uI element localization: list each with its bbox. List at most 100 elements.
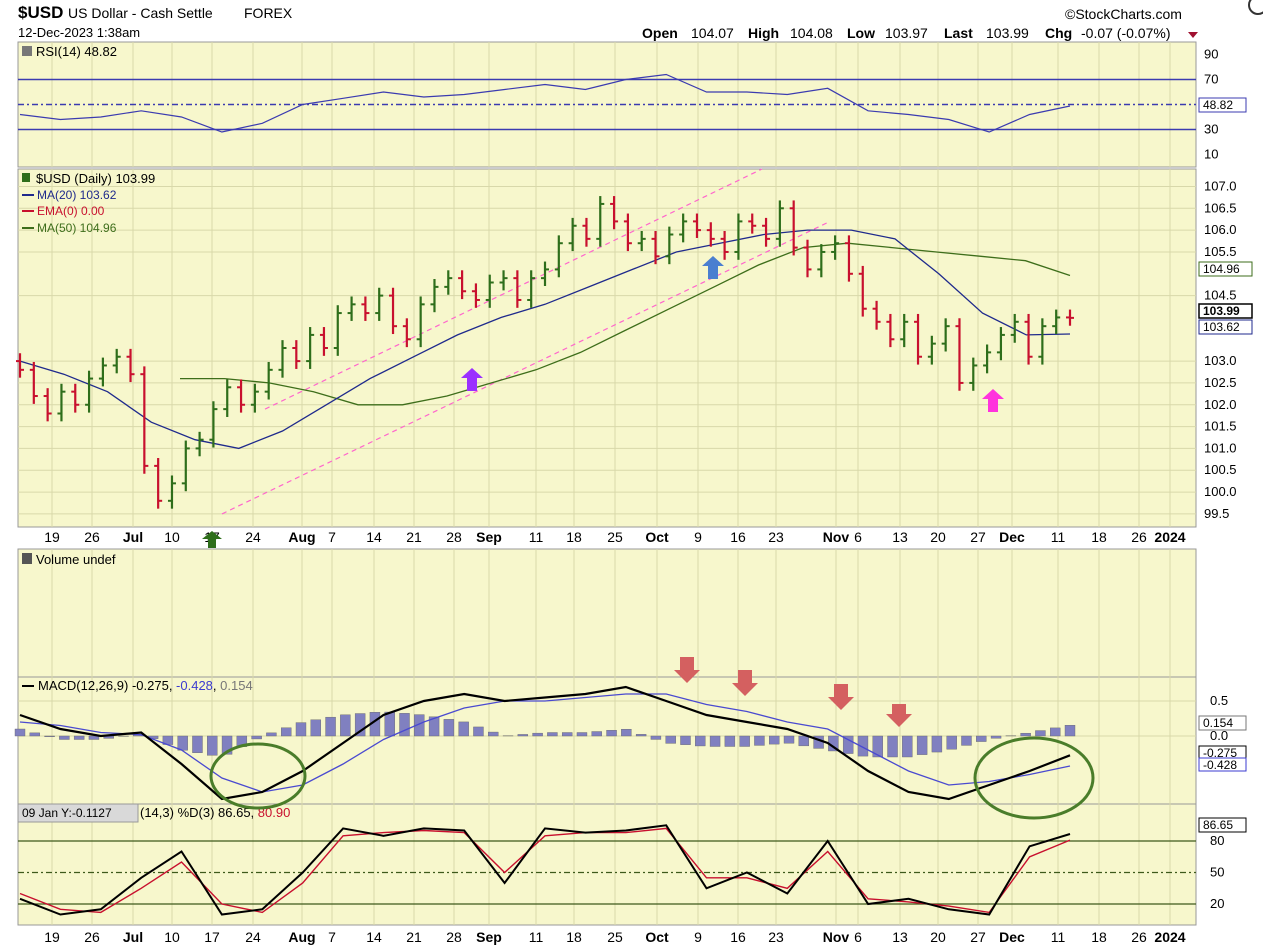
rsi-badge-text: 48.82: [1203, 98, 1233, 112]
macd-hist-bar: [798, 735, 810, 747]
price-y-tick: 100.0: [1204, 484, 1237, 499]
macd-hist-bar: [783, 735, 795, 744]
macd-hist-bar: [902, 735, 913, 758]
macd-hist-bar: [650, 735, 662, 740]
x-tick-label: Dec: [999, 929, 1025, 945]
price-y-tick: 102.5: [1204, 375, 1237, 390]
macd-hist-bar: [59, 735, 70, 740]
macd-hist-bar: [532, 732, 543, 737]
macd-hist-bar: [251, 735, 262, 740]
chg-value: -0.07 (-0.07%): [1081, 25, 1170, 41]
x-tick-label: 9: [694, 929, 702, 945]
ma20-badge-text: 103.62: [1203, 320, 1240, 334]
macd-hist-bar: [635, 734, 647, 737]
price-y-tick: 107.0: [1204, 178, 1237, 193]
x-tick-label: 16: [730, 529, 746, 545]
macd-hist-bar: [488, 731, 499, 737]
ma20-legend: MA(20) 103.62: [37, 188, 117, 202]
macd-hist-bar: [443, 719, 455, 737]
x-tick-label: 14: [366, 929, 382, 945]
macd-hist-bar: [44, 735, 55, 737]
x-tick-label: 10: [164, 929, 180, 945]
rsi-y-tick: 70: [1204, 72, 1218, 87]
x-tick-label: 20: [930, 929, 946, 945]
macd-hist-bar: [769, 735, 780, 745]
macd-hist-bar: [207, 735, 218, 756]
stoch-y-tick: 80: [1210, 833, 1224, 848]
x-tick-label: Aug: [288, 529, 315, 545]
x-tick-label: Sep: [476, 529, 502, 545]
low-value: 103.97: [885, 25, 928, 41]
x-tick-label: 23: [768, 929, 784, 945]
macd-hist-bar: [384, 711, 395, 737]
macd-hist-bar: [961, 735, 972, 746]
x-tick-label: 7: [328, 529, 336, 545]
x-tick-label: 13: [892, 929, 908, 945]
macd-hist-bar: [1050, 727, 1061, 737]
macd-hist-bar: [990, 735, 1002, 739]
low-label: Low: [847, 25, 875, 41]
macd-hist-bar: [946, 735, 957, 750]
macd-legend-v1: -0.275: [132, 678, 169, 693]
x-tick-label: 28: [446, 929, 462, 945]
x-tick-label: 26: [84, 529, 100, 545]
macd-hist-bar: [576, 732, 588, 737]
x-tick-label: 26: [84, 929, 100, 945]
macd-hist-bar: [295, 722, 307, 737]
macd-y-tick: 0.5: [1210, 693, 1228, 708]
x-tick-label: 26: [1131, 929, 1147, 945]
macd-legend-name: MACD(12,26,9): [38, 678, 128, 693]
price-legend: $USD (Daily) 103.99: [36, 171, 155, 186]
rsi-y-tick: 90: [1204, 47, 1218, 62]
x-tick-label: 17: [204, 929, 220, 945]
x-tick-label: 21: [406, 929, 422, 945]
price-y-tick: 99.5: [1204, 506, 1229, 521]
chart-header: $USD US Dollar - Cash Settle FOREX 12-De…: [18, 0, 1263, 41]
signal-badge-text: -0.428: [1203, 758, 1237, 772]
x-tick-label: Aug: [288, 929, 315, 945]
macd-hist-bar: [340, 714, 351, 737]
macd-hist-bar: [665, 735, 676, 744]
x-tick-label: 7: [328, 929, 336, 945]
macd-hist-bar: [621, 728, 632, 737]
macd-hist-bar: [177, 735, 188, 751]
corner-icon[interactable]: [1248, 0, 1263, 15]
x-tick-label: 24: [245, 929, 261, 945]
macd-hist-bar: [887, 735, 898, 758]
ema0-legend: EMA(0) 0.00: [37, 204, 105, 218]
stoch-tooltip-text: 09 Jan Y:-0.1127: [22, 806, 112, 820]
symbol-name: US Dollar - Cash Settle: [68, 5, 213, 21]
x-tick-label: 25: [607, 929, 623, 945]
macd-legend-v3: 0.154: [220, 678, 253, 693]
x-tick-label: 27: [970, 929, 986, 945]
macd-hist-bar: [29, 732, 40, 737]
x-tick-label: 16: [730, 929, 746, 945]
macd-hist-bar: [754, 735, 765, 746]
x-tick-label: 26: [1131, 529, 1147, 545]
macd-hist-bar: [842, 735, 854, 754]
x-tick-label: Oct: [645, 529, 669, 545]
price-y-tick: 101.0: [1204, 440, 1237, 455]
x-tick-label: 19: [44, 529, 60, 545]
rsi-y-tick: 30: [1204, 122, 1218, 137]
brand[interactable]: ©StockCharts.com: [1065, 6, 1182, 22]
price-panel: [17, 168, 1197, 528]
volume-legend-icon: [22, 553, 32, 564]
last-label: Last: [944, 25, 973, 41]
x-tick-label: 9: [694, 529, 702, 545]
macd-hist-bar: [473, 726, 484, 737]
price-y-tick: 106.0: [1204, 222, 1237, 237]
x-tick-label: Jul: [123, 529, 143, 545]
x-tick-label: Sep: [476, 929, 502, 945]
rsi-legend-icon: [22, 46, 32, 56]
x-tick-label: 11: [1051, 529, 1066, 545]
macd-hist-bar: [14, 728, 26, 737]
chart-date: 12-Dec-2023 1:38am: [18, 25, 140, 40]
x-tick-label: 6: [854, 529, 862, 545]
open-value: 104.07: [691, 25, 734, 41]
macd-hist-bar: [724, 735, 736, 747]
macd-hist-bar: [1064, 725, 1076, 737]
macd-hist-bar: [266, 732, 277, 737]
rsi-legend: RSI(14) 48.82: [36, 44, 117, 59]
ma50-badge-text: 104.96: [1203, 262, 1240, 276]
